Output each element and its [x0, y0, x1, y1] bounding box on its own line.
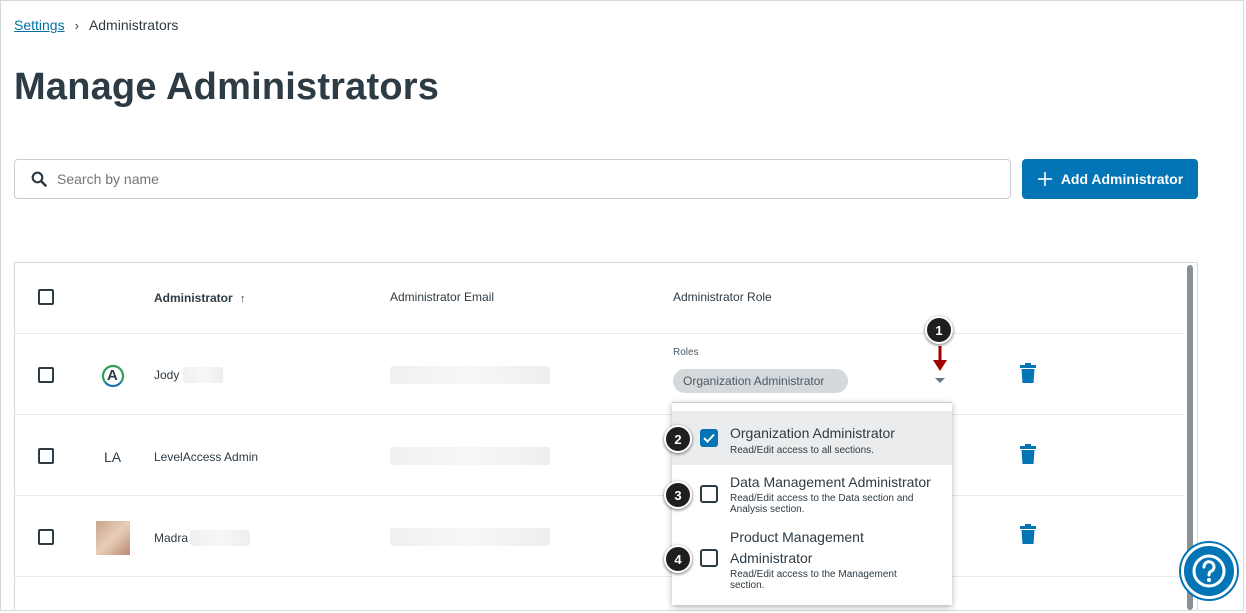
callout-badge-3: 3: [664, 481, 692, 509]
redacted-email: [390, 366, 550, 384]
plus-icon: [1037, 172, 1052, 186]
avatar: A: [99, 362, 127, 390]
role-option-data-management-administrator[interactable]: Data Management Administrator Read/Edit …: [672, 467, 952, 521]
role-option-description: Read/Edit access to all sections.: [730, 445, 874, 456]
redacted-name: [183, 367, 223, 383]
role-option-description: Read/Edit access to the Management secti…: [730, 569, 897, 591]
checkmark-icon: [703, 433, 715, 443]
table-row: A Jody Roles Organization Administrator: [15, 333, 1185, 415]
avatar: LA: [104, 449, 122, 465]
row-checkbox[interactable]: [38, 529, 54, 545]
column-header-role: Administrator Role: [673, 290, 772, 304]
breadcrumb-current: Administrators: [88, 17, 179, 33]
redacted-email: [390, 447, 550, 465]
selected-role-pill[interactable]: Organization Administrator: [673, 369, 848, 393]
trash-icon[interactable]: [1020, 363, 1036, 383]
role-option-title: Data Management Administrator: [730, 474, 931, 490]
role-checkbox[interactable]: [700, 485, 718, 503]
column-header-administrator[interactable]: Administrator ↑: [154, 291, 246, 305]
column-header-email: Administrator Email: [390, 290, 495, 304]
role-option-description: Read/Edit access to the Data section and…: [730, 493, 914, 515]
select-all-checkbox[interactable]: [38, 289, 54, 305]
administrator-name: Madra: [154, 531, 189, 545]
search-box[interactable]: [14, 159, 1011, 199]
breadcrumb: Settings › Administrators: [14, 17, 178, 33]
caret-down-icon[interactable]: [935, 378, 945, 383]
trash-icon[interactable]: [1020, 524, 1036, 544]
role-option-organization-administrator[interactable]: Organization Administrator Read/Edit acc…: [672, 411, 952, 465]
callout-badge-2: 2: [664, 425, 692, 453]
help-button[interactable]: [1181, 543, 1237, 599]
add-administrator-label: Add Administrator: [1060, 171, 1184, 187]
callout-badge-1: 1: [925, 316, 953, 344]
avatar: [96, 521, 130, 555]
row-checkbox[interactable]: [38, 448, 54, 464]
column-header-administrator-label: Administrator: [154, 291, 233, 305]
administrator-name: LevelAccess Admin: [154, 450, 259, 464]
redacted-name: [190, 530, 250, 546]
table-row: LA LevelAccess Admin: [15, 414, 1185, 496]
callout-badge-4: 4: [664, 545, 692, 573]
redacted-email: [390, 528, 550, 546]
administrator-name: Jody: [154, 368, 180, 382]
table-row: Madra: [15, 495, 1185, 577]
role-option-product-management-administrator[interactable]: Product Management Administrator Read/Ed…: [672, 523, 952, 603]
row-checkbox[interactable]: [38, 367, 54, 383]
callout-arrow-icon: [933, 346, 947, 371]
avatar-initials: A: [107, 367, 118, 384]
role-option-title: Organization Administrator: [730, 425, 895, 441]
role-checkbox[interactable]: [700, 549, 718, 567]
role-option-title: Product Management Administrator: [730, 529, 864, 566]
breadcrumb-settings-link[interactable]: Settings: [14, 17, 65, 33]
search-input[interactable]: [55, 170, 959, 188]
help-icon: [1192, 554, 1226, 588]
administrators-table: Administrator ↑ Administrator Email Admi…: [14, 262, 1198, 611]
table-header-row: Administrator ↑ Administrator Email Admi…: [15, 263, 1185, 334]
add-administrator-button[interactable]: Add Administrator: [1022, 159, 1198, 199]
breadcrumb-separator: ›: [74, 17, 79, 33]
trash-icon[interactable]: [1020, 444, 1036, 464]
arrow-up-icon: ↑: [240, 293, 246, 305]
roles-label: Roles: [673, 347, 699, 358]
role-checkbox-checked[interactable]: [700, 429, 718, 447]
search-icon: [31, 171, 47, 187]
page-title: Manage Administrators: [14, 66, 440, 108]
roles-dropdown-menu: Organization Administrator Read/Edit acc…: [672, 402, 952, 605]
